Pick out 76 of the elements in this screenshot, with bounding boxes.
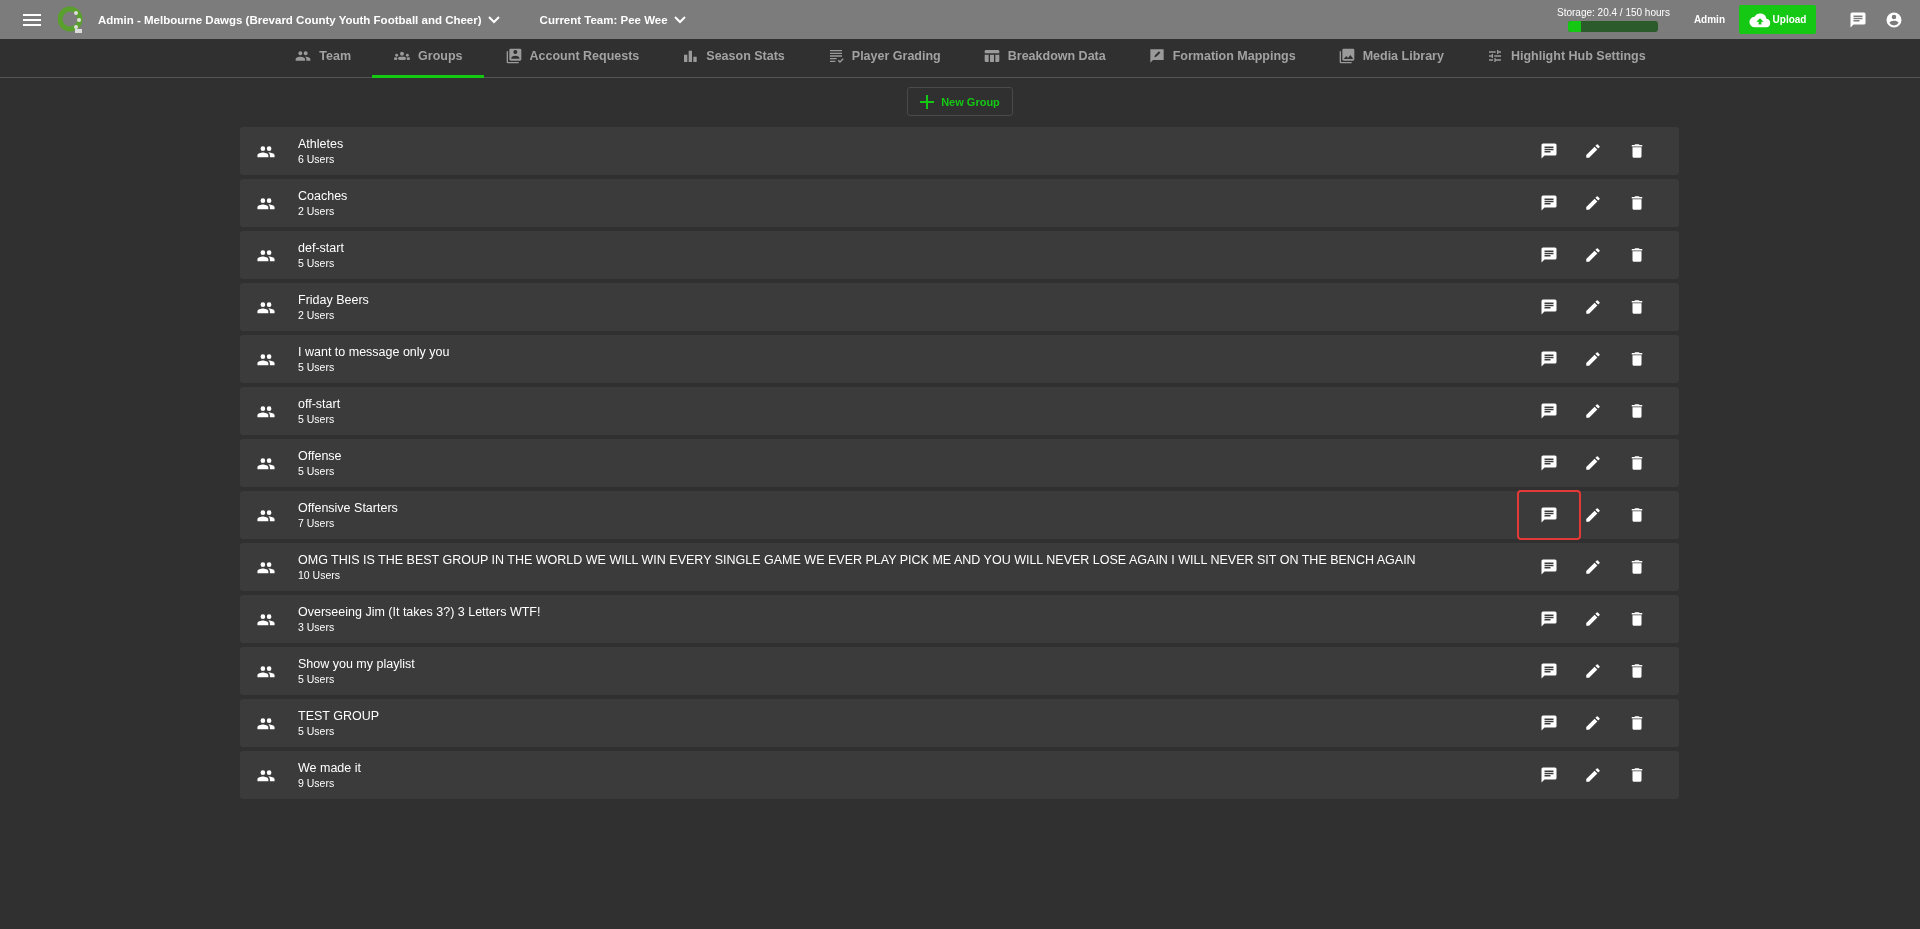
group-name: Overseeing Jim (It takes 3?) 3 Letters WTF! <box>298 605 542 619</box>
group-icon <box>256 508 276 522</box>
nav-tab[interactable]: Breakdown Data <box>961 39 1127 78</box>
group-name: We made it <box>298 761 362 775</box>
group-icon <box>256 144 276 158</box>
cloud-upload-icon <box>1748 11 1771 28</box>
user-count: 5 Users <box>298 361 336 373</box>
group-icon <box>256 352 276 366</box>
user-count: 9 Users <box>298 777 336 789</box>
group-name: Offensive Starters <box>298 501 399 515</box>
user-count: 6 Users <box>298 153 336 165</box>
message-icon[interactable] <box>1517 490 1581 540</box>
role-label: Admin <box>1693 14 1725 25</box>
team-dropdown[interactable]: Current Team: Pee Wee <box>539 13 686 26</box>
group-row[interactable]: Friday Beers 2 Users <box>240 283 1679 331</box>
group-name: Coaches <box>298 189 349 203</box>
group-name: Offense <box>298 449 343 463</box>
group-name: off-start <box>298 397 342 411</box>
group-icon <box>256 300 276 314</box>
user-count: 2 Users <box>298 205 336 217</box>
group-icon <box>256 560 276 574</box>
group-row[interactable]: def-start 5 Users <box>240 231 1679 279</box>
group-row[interactable]: Show you my playlist 5 Users <box>240 647 1679 695</box>
user-count: 7 Users <box>298 517 336 529</box>
photos-icon <box>1337 47 1356 64</box>
nav-tab[interactable]: Season Stats <box>660 39 806 78</box>
group-name: Show you my playlist <box>298 657 416 671</box>
group-row[interactable]: We made it 9 Users <box>240 751 1679 799</box>
group-icon <box>256 716 276 730</box>
user-count: 5 Users <box>298 673 336 685</box>
user-count: 5 Users <box>298 413 336 425</box>
user-count: 2 Users <box>298 309 336 321</box>
group-icon <box>256 404 276 418</box>
group-row[interactable]: I want to message only you 5 Users <box>240 335 1679 383</box>
group-row[interactable]: TEST GROUP 5 Users <box>240 699 1679 747</box>
user-count: 5 Users <box>298 257 336 269</box>
user-count: 3 Users <box>298 621 336 633</box>
storage-label: Storage: 20.4 / 150 hours <box>1557 7 1670 18</box>
group-icon <box>256 196 276 210</box>
group-name: I want to message only you <box>298 345 451 359</box>
group-row[interactable]: off-start 5 Users <box>240 387 1679 435</box>
group-row[interactable]: Athletes 6 Users <box>240 127 1679 175</box>
group-name: Friday Beers <box>298 293 370 307</box>
chevron-down-icon <box>487 15 500 24</box>
nav-tab[interactable]: Team <box>273 39 373 78</box>
group-icon <box>256 664 276 678</box>
group-row[interactable]: Offensive Starters 7 Users <box>240 491 1679 539</box>
group-icon <box>256 456 276 470</box>
nav-tab[interactable]: Highlight Hub Settings <box>1464 39 1667 78</box>
group-name: def-start <box>298 241 345 255</box>
user-count: 10 Users <box>298 569 341 581</box>
nav-tab[interactable]: Player Grading <box>805 39 962 78</box>
group-row[interactable]: Overseeing Jim (It takes 3?) 3 Letters WTF! 3 Users <box>240 595 1679 643</box>
group-icon <box>256 248 276 262</box>
group-icon <box>256 768 276 782</box>
group-row[interactable]: Coaches 2 Users <box>240 179 1679 227</box>
contact-card-icon <box>504 47 523 64</box>
nav-tab[interactable]: Account Requests <box>483 39 661 78</box>
nav-tab[interactable]: Formation Mappings <box>1126 39 1317 78</box>
group-name: Athletes <box>298 137 345 151</box>
chevron-down-icon <box>673 15 686 24</box>
group-name: TEST GROUP <box>298 709 381 723</box>
user-count: 5 Users <box>298 725 336 737</box>
nav-tab[interactable]: Groups <box>372 39 484 78</box>
group-row[interactable]: Offense 5 Users <box>240 439 1679 487</box>
user-count: 5 Users <box>298 465 336 477</box>
organization-dropdown[interactable]: Admin - Melbourne Dawgs (Brevard County Youth Football and Cheer) <box>98 13 500 26</box>
logo-icon <box>58 4 84 35</box>
table-icon <box>982 47 1001 64</box>
new-group-button[interactable]: New Group <box>907 87 1013 116</box>
group-name: OMG THIS IS THE BEST GROUP IN THE WORLD WE WILL WIN EVERY SINGLE GAME WE EVER PLAY PICK ME AND YOU WILL NEVER LOSE AGAIN I WILL NEVER SIT ON THE BENCH AGAIN <box>298 553 1417 567</box>
nav-tab[interactable]: Media Library <box>1316 39 1465 78</box>
comment-icon <box>1147 47 1166 64</box>
group-icon <box>256 612 276 626</box>
plus-icon <box>920 94 935 109</box>
group-row[interactable]: OMG THIS IS THE BEST GROUP IN THE WORLD WE WILL WIN EVERY SINGLE GAME WE EVER PLAY PICK ME AND YOU WILL NEVER LOSE AGAIN I WILL NEVER SIT ON THE BENCH AGAIN 10 Users <box>240 543 1679 591</box>
